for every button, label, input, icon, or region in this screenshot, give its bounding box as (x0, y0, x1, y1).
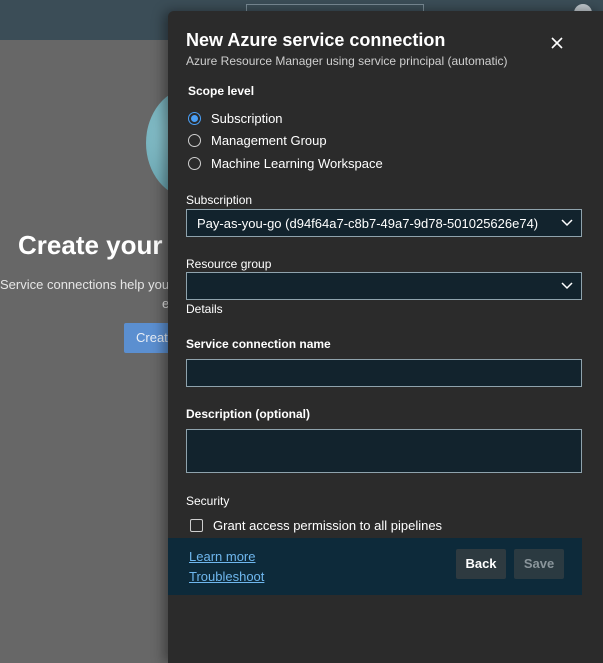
radio-management-group[interactable]: Management Group (188, 131, 327, 149)
radio-label: Subscription (211, 110, 283, 126)
radio-subscription[interactable]: Subscription (188, 109, 283, 127)
subscription-label: Subscription (186, 193, 253, 207)
radio-circle (188, 111, 201, 125)
panel-subtitle: Azure Resource Manager using service pri… (186, 54, 508, 68)
close-icon (551, 37, 563, 49)
radio-circle (188, 156, 201, 170)
details-label: Details (186, 302, 223, 316)
radio-circle (188, 133, 201, 147)
radio-label: Management Group (211, 132, 327, 148)
close-button[interactable] (546, 32, 568, 54)
service-connection-panel: New Azure service connection Azure Resou… (168, 11, 603, 663)
learn-more-link[interactable]: Learn more (189, 549, 255, 564)
description-label: Description (optional) (186, 407, 310, 421)
subscription-value: Pay-as-you-go (d94f64a7-c8b7-49a7-9d78-5… (197, 216, 539, 231)
save-button[interactable]: Save (514, 549, 564, 579)
resource-group-select[interactable] (186, 272, 582, 300)
radio-label: Machine Learning Workspace (211, 155, 383, 171)
service-connection-name-label: Service connection name (186, 337, 331, 351)
scope-level-label: Scope level (188, 84, 255, 98)
resource-group-label: Resource group (186, 257, 272, 271)
description-textarea[interactable] (186, 429, 582, 473)
radio-machine-learning-workspace[interactable]: Machine Learning Workspace (188, 154, 383, 172)
background-title: Create your fi (18, 230, 186, 260)
back-button[interactable]: Back (456, 549, 506, 579)
chevron-down-icon (561, 219, 573, 227)
background-description: Service connections help you r (0, 277, 178, 292)
subscription-select[interactable]: Pay-as-you-go (d94f64a7-c8b7-49a7-9d78-5… (186, 209, 582, 237)
grant-access-label: Grant access permission to all pipelines (213, 518, 443, 533)
panel-footer: Learn more Troubleshoot Back Save (168, 538, 582, 595)
panel-title: New Azure service connection (186, 30, 446, 50)
grant-access-checkbox[interactable]: Grant access permission to all pipelines (190, 518, 442, 533)
checkbox-box (190, 519, 203, 532)
chevron-down-icon (561, 282, 573, 290)
service-connection-name-input[interactable] (186, 359, 582, 387)
troubleshoot-link[interactable]: Troubleshoot (189, 569, 264, 584)
security-label: Security (186, 494, 230, 508)
